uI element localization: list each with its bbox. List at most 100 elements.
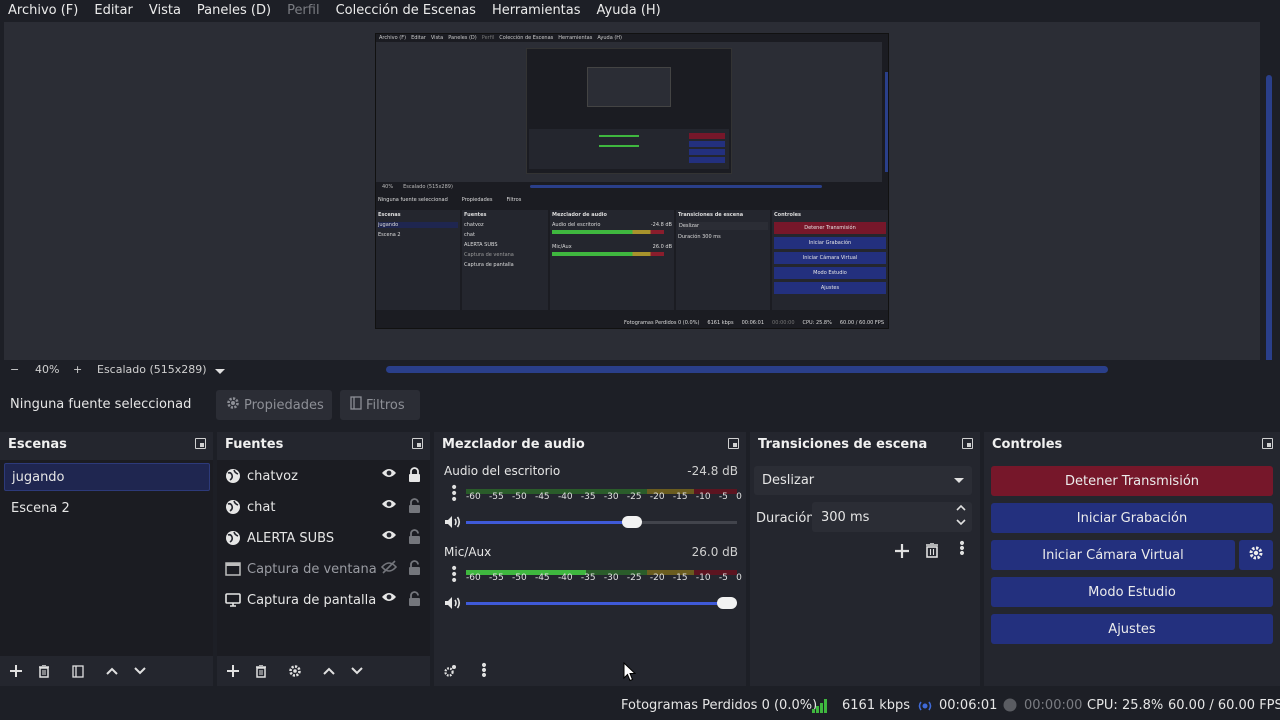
- menu-file[interactable]: Archivo (F): [4, 3, 82, 18]
- duration-input[interactable]: 300 ms: [812, 502, 972, 532]
- unlock-icon[interactable]: [408, 591, 421, 610]
- menu-view[interactable]: Vista: [145, 3, 185, 18]
- meter-tick: -55: [488, 573, 504, 583]
- source-item[interactable]: Captura de ventana: [225, 556, 423, 582]
- audio-mixer-dock: Mezclador de audio Audio del escritorio …: [434, 432, 746, 686]
- delete-transition-icon[interactable]: [922, 541, 942, 559]
- mini-menu-item: Paneles (D): [448, 35, 477, 41]
- start-recording-button[interactable]: Iniciar Grabación: [991, 503, 1273, 533]
- gear-icon: [226, 396, 240, 414]
- volume-meter: [466, 564, 737, 575]
- meter-tick: -5: [718, 573, 728, 583]
- record-icon: [1003, 698, 1017, 716]
- channel-menu-icon[interactable]: • • •: [450, 562, 458, 588]
- meter-scale: -60 -55 -50 -45 -40 -35 -30 -25 -20 -15 -10 -5 0: [466, 492, 742, 502]
- mixer-title: Mezclador de audio: [442, 437, 585, 452]
- lock-icon[interactable]: [408, 467, 421, 486]
- menu-bar: Archivo (F) Editar Vista Paneles (D) Per…: [0, 0, 1280, 21]
- channel-menu-icon[interactable]: • • •: [450, 481, 458, 507]
- mini-dock-title: Controles: [774, 212, 802, 218]
- eye-icon[interactable]: [381, 529, 397, 545]
- menu-help[interactable]: Ayuda (H): [593, 3, 665, 18]
- mini-source-item: ALERTA SUBS: [464, 242, 498, 248]
- mini-status-item: 60.00 / 60.00 FPS: [839, 320, 884, 326]
- add-source-icon[interactable]: [223, 662, 243, 680]
- volume-slider-handle[interactable]: [622, 516, 642, 528]
- channel-name: Audio del escritorio: [444, 464, 561, 478]
- properties-button[interactable]: Propiedades: [216, 390, 332, 420]
- stop-streaming-button[interactable]: Detener Transmisión: [991, 466, 1273, 496]
- volume-slider[interactable]: [466, 516, 737, 528]
- eye-icon[interactable]: [381, 498, 397, 514]
- menu-tools[interactable]: Herramientas: [488, 3, 585, 18]
- source-item[interactable]: Captura de pantalla: [225, 587, 423, 613]
- undock-icon[interactable]: [195, 438, 206, 449]
- unlock-icon[interactable]: [408, 529, 421, 548]
- volume-slider-handle[interactable]: [717, 597, 737, 609]
- zoom-out-button[interactable]: −: [10, 363, 19, 376]
- menu-edit[interactable]: Editar: [90, 3, 137, 18]
- source-item[interactable]: chatvoz: [225, 463, 423, 489]
- source-item[interactable]: chat: [225, 494, 423, 520]
- eye-hidden-icon[interactable]: [380, 560, 398, 578]
- channel-db: 26.0 dB: [691, 545, 738, 559]
- filters-button[interactable]: Filtros: [340, 390, 420, 420]
- menu-docks[interactable]: Paneles (D): [193, 3, 275, 18]
- source-properties-icon[interactable]: [285, 662, 305, 680]
- unlock-icon[interactable]: [408, 498, 421, 517]
- scene-filters-icon[interactable]: [68, 662, 88, 680]
- preview-area[interactable]: Archivo (F) Editar Vista Paneles (D) Per…: [4, 22, 1260, 360]
- mini-transitions-dock: Transiciones de escena Deslizar Duración…: [676, 210, 770, 310]
- add-scene-icon[interactable]: [6, 662, 26, 680]
- transition-menu-icon[interactable]: • • •: [952, 537, 972, 561]
- gear-icon: [1248, 545, 1264, 565]
- delete-scene-icon[interactable]: [34, 662, 54, 680]
- mini-nested-button: [689, 133, 725, 139]
- move-down-icon[interactable]: [347, 662, 367, 680]
- scene-item-jugando[interactable]: jugando: [4, 463, 210, 491]
- chevron-down-icon: [954, 478, 964, 483]
- speaker-icon[interactable]: [444, 515, 462, 533]
- scene-item-escena-2[interactable]: Escena 2: [4, 494, 210, 522]
- mini-status-item: Fotogramas Perdidos 0 (0.0%): [623, 320, 700, 326]
- mini-control-button: Iniciar Cámara Virtual: [774, 252, 886, 264]
- move-down-icon[interactable]: [130, 662, 150, 680]
- undock-icon[interactable]: [412, 438, 423, 449]
- mini-nested-button: [689, 149, 725, 155]
- mini-channel-db: 26.0 dB: [652, 244, 672, 250]
- source-item[interactable]: ALERTA SUBS: [225, 525, 423, 551]
- settings-button[interactable]: Ajustes: [991, 614, 1273, 644]
- source-name: Captura de pantalla: [247, 592, 377, 608]
- mouse-cursor-icon: [623, 661, 637, 686]
- advanced-audio-icon[interactable]: [440, 662, 460, 680]
- delete-source-icon[interactable]: [251, 662, 271, 680]
- eye-icon[interactable]: [381, 467, 397, 483]
- undock-icon[interactable]: [728, 438, 739, 449]
- volume-slider[interactable]: [466, 597, 737, 609]
- unlock-icon[interactable]: [408, 560, 421, 579]
- start-virtual-camera-button[interactable]: Iniciar Cámara Virtual: [991, 540, 1235, 570]
- preview-canvas[interactable]: Archivo (F) Editar Vista Paneles (D) Per…: [375, 33, 889, 329]
- preview-hscroll-thumb[interactable]: [386, 366, 1108, 373]
- menu-profile[interactable]: Perfil: [283, 3, 324, 18]
- spin-up-icon[interactable]: [956, 504, 966, 514]
- move-up-icon[interactable]: [102, 662, 122, 680]
- transition-select[interactable]: Deslizar: [754, 466, 972, 495]
- speaker-icon[interactable]: [444, 596, 462, 614]
- preview-vscroll-thumb[interactable]: [1266, 75, 1272, 365]
- eye-icon[interactable]: [381, 591, 397, 607]
- mixer-menu-icon[interactable]: • • •: [474, 659, 494, 683]
- undock-icon[interactable]: [1262, 438, 1273, 449]
- zoom-in-button[interactable]: +: [73, 363, 82, 376]
- spin-down-icon[interactable]: [956, 519, 966, 529]
- zoom-dropdown-icon[interactable]: [214, 366, 226, 379]
- mini-zoom-level: 40%: [382, 184, 394, 190]
- bitrate: 6161 kbps: [842, 698, 911, 713]
- menu-scene-collection[interactable]: Colección de Escenas: [332, 3, 480, 18]
- add-transition-icon[interactable]: [892, 542, 912, 560]
- studio-mode-button[interactable]: Modo Estudio: [991, 577, 1273, 607]
- move-up-icon[interactable]: [319, 662, 339, 680]
- mini-sources-dock: Fuentes chatvoz chat ALERTA SUBS Captura…: [462, 210, 548, 310]
- undock-icon[interactable]: [962, 438, 973, 449]
- virtual-camera-settings-button[interactable]: [1239, 540, 1273, 570]
